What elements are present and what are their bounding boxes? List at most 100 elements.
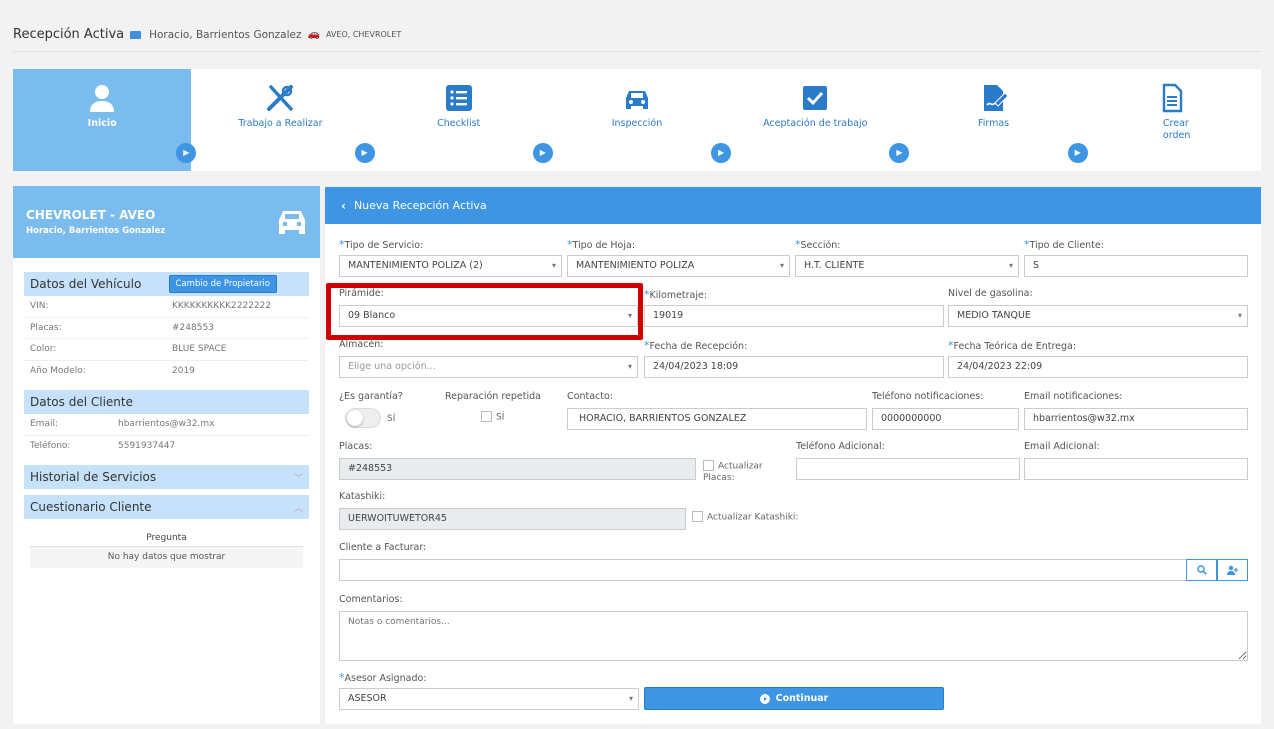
gasolina-select[interactable]: MEDIO TANQUE bbox=[948, 305, 1248, 327]
actualizar-placas-checkbox[interactable] bbox=[703, 460, 714, 471]
field-label: Cliente a Facturar: bbox=[339, 542, 427, 553]
page-header: Recepción Activa Horacio, Barrientos Gon… bbox=[13, 27, 401, 42]
continue-button[interactable]: Continuar bbox=[644, 687, 944, 710]
field-label: Teléfono Adicional: bbox=[796, 441, 885, 452]
vehicle-sidebar: CHEVROLET - AVEO Horacio, Barrientos Gon… bbox=[13, 186, 320, 724]
add-client-button[interactable] bbox=[1217, 559, 1248, 581]
table-header: Pregunta bbox=[30, 529, 303, 547]
step-checklist[interactable]: Checklist ▶ bbox=[370, 69, 553, 171]
client-row: Email: hbarrientos@w32.mx bbox=[24, 414, 309, 436]
step-aceptacion[interactable]: Aceptación de trabajo ▶ bbox=[726, 69, 910, 171]
fecha-entrega-input[interactable]: 24/04/2023 22:09 bbox=[948, 356, 1248, 378]
car-icon bbox=[279, 211, 305, 234]
comentarios-textarea[interactable] bbox=[339, 611, 1248, 661]
list-icon bbox=[445, 85, 472, 111]
almacen-select[interactable]: Elige una opción... bbox=[339, 356, 638, 378]
document-icon bbox=[1162, 83, 1183, 113]
search-client-button[interactable] bbox=[1186, 559, 1217, 581]
field-label: Comentarios: bbox=[339, 594, 403, 605]
seccion-field: *Sección: H.T. CLIENTE bbox=[795, 238, 1019, 277]
row-value: 2019 bbox=[172, 366, 195, 377]
garantia-field: ¿Es garantía? SÍ bbox=[339, 391, 439, 428]
actualizar-katashiki-checkbox[interactable] bbox=[692, 511, 703, 522]
search-icon bbox=[1196, 565, 1207, 575]
client-data-header: Datos del Cliente bbox=[24, 390, 309, 414]
row-key: Teléfono: bbox=[30, 441, 71, 452]
header-client: Horacio, Barrientos Gonzalez bbox=[149, 28, 302, 41]
wizard-steps: Inicio ▶ Trabajo a Realizar ▶ Checklist … bbox=[13, 69, 1261, 171]
vehicle-data-header: Datos del Vehículo Cambio de Propietario bbox=[24, 272, 309, 296]
seccion-select[interactable]: H.T. CLIENTE bbox=[795, 255, 1019, 277]
change-owner-button[interactable]: Cambio de Propietario bbox=[168, 275, 277, 293]
tipo-cliente-input[interactable]: S bbox=[1024, 255, 1248, 277]
field-label: *Tipo de Cliente: bbox=[1024, 238, 1104, 251]
history-header[interactable]: Historial de Servicios ﹀ bbox=[24, 465, 309, 489]
email-adicional-field: Email Adicional: bbox=[1024, 441, 1248, 480]
field-label: Contacto: bbox=[567, 391, 613, 402]
page-title: Recepción Activa bbox=[13, 27, 125, 42]
reparacion-checkbox[interactable] bbox=[481, 411, 492, 422]
chevron-right-icon[interactable]: ▶ bbox=[532, 143, 553, 163]
section-title: Cuestionario Cliente bbox=[30, 500, 152, 514]
chevron-down-icon: ﹀ bbox=[293, 473, 303, 484]
header-divider bbox=[13, 51, 1261, 52]
step-crear-orden[interactable]: Crear orden bbox=[1083, 69, 1261, 171]
vehicle-row: VIN: KKKKKKKKKK2222222 bbox=[24, 296, 309, 318]
chevron-right-icon[interactable]: ▶ bbox=[354, 143, 375, 163]
garantia-toggle[interactable] bbox=[345, 408, 381, 428]
vehicle-row: Color: BLUE SPACE bbox=[24, 339, 309, 361]
gasolina-field: Nivel de gasolina: MEDIO TANQUE bbox=[948, 288, 1248, 327]
email-adicional-input[interactable] bbox=[1024, 458, 1248, 480]
vehicle-title: CHEVROLET - AVEO bbox=[26, 208, 156, 222]
tel-adicional-input[interactable] bbox=[796, 458, 1020, 480]
tools-icon bbox=[267, 85, 294, 111]
tipo-servicio-select[interactable]: MANTENIMIENTO POLIZA (2) bbox=[339, 255, 562, 277]
comentarios-field: Comentarios: bbox=[339, 594, 1248, 661]
email-notif-field: Email notificaciones: hbarrientos@w32.mx bbox=[1024, 391, 1248, 430]
field-label: *Asesor Asignado: bbox=[339, 671, 427, 684]
add-user-icon bbox=[1226, 565, 1238, 575]
vehicle-row: Año Modelo: 2019 bbox=[24, 361, 309, 383]
chevron-left-icon[interactable]: ‹ bbox=[341, 199, 346, 213]
asesor-field: *Asesor Asignado: ASESOR bbox=[339, 671, 639, 710]
quiz-section[interactable]: Cuestionario Cliente ︿ bbox=[24, 495, 309, 519]
row-key: Año Modelo: bbox=[30, 366, 86, 377]
email-notif-input[interactable]: hbarrientos@w32.mx bbox=[1024, 408, 1248, 430]
tipo-hoja-select[interactable]: MANTENIMIENTO POLIZA bbox=[567, 255, 790, 277]
piramide-select[interactable]: 09 Blanco bbox=[339, 305, 638, 327]
field-label: *Tipo de Servicio: bbox=[339, 238, 424, 251]
chevron-right-icon[interactable]: ▶ bbox=[711, 143, 732, 163]
step-label: Trabajo a Realizar bbox=[238, 118, 323, 129]
asesor-select[interactable]: ASESOR bbox=[339, 688, 639, 710]
fecha-recepcion-input[interactable]: 24/04/2023 18:09 bbox=[644, 356, 944, 378]
quiz-header[interactable]: Cuestionario Cliente ︿ bbox=[24, 495, 309, 519]
cliente-facturar-input[interactable] bbox=[339, 559, 1187, 581]
field-label: Reparación repetida bbox=[445, 391, 541, 402]
katashiki-field: Katashiki: UERWOITUWETOR45 bbox=[339, 491, 686, 530]
row-key: VIN: bbox=[30, 301, 49, 312]
tel-notif-field: Teléfono notificaciones: 0000000000 bbox=[872, 391, 1019, 430]
tipo-hoja-field: *Tipo de Hoja: MANTENIMIENTO POLIZA bbox=[567, 238, 790, 277]
vehicle-data-section: Datos del Vehículo Cambio de Propietario… bbox=[24, 272, 309, 382]
katashiki-input: UERWOITUWETOR45 bbox=[339, 508, 686, 530]
section-title: Datos del Cliente bbox=[30, 395, 133, 409]
step-inicio[interactable]: Inicio ▶ bbox=[13, 69, 197, 171]
placas-field: Placas: #248553 bbox=[339, 441, 696, 480]
field-label: *Fecha de Recepción: bbox=[644, 339, 748, 352]
step-trabajo[interactable]: Trabajo a Realizar ▶ bbox=[191, 69, 375, 171]
row-value: 5591937447 bbox=[118, 441, 176, 452]
continue-label: Continuar bbox=[775, 693, 829, 704]
history-section[interactable]: Historial de Servicios ﹀ bbox=[24, 465, 309, 489]
section-title: Historial de Servicios bbox=[30, 470, 157, 484]
signature-icon bbox=[983, 85, 1009, 111]
tel-notif-input[interactable]: 0000000000 bbox=[872, 408, 1019, 430]
row-key: Email: bbox=[30, 419, 59, 430]
contacto-input[interactable]: HORACIO, BARRIENTOS GONZALEZ bbox=[567, 408, 867, 430]
kilometraje-input[interactable]: 19019 bbox=[644, 305, 944, 327]
almacen-field: Almacén: Elige una opción... bbox=[339, 339, 638, 378]
step-label: Aceptación de trabajo bbox=[763, 118, 868, 129]
car-icon: 🚗 bbox=[307, 29, 320, 40]
step-inspeccion[interactable]: Inspección ▶ bbox=[548, 69, 732, 171]
step-firmas[interactable]: Firmas ▶ bbox=[904, 69, 1088, 171]
chevron-right-icon[interactable]: ▶ bbox=[1067, 143, 1088, 163]
